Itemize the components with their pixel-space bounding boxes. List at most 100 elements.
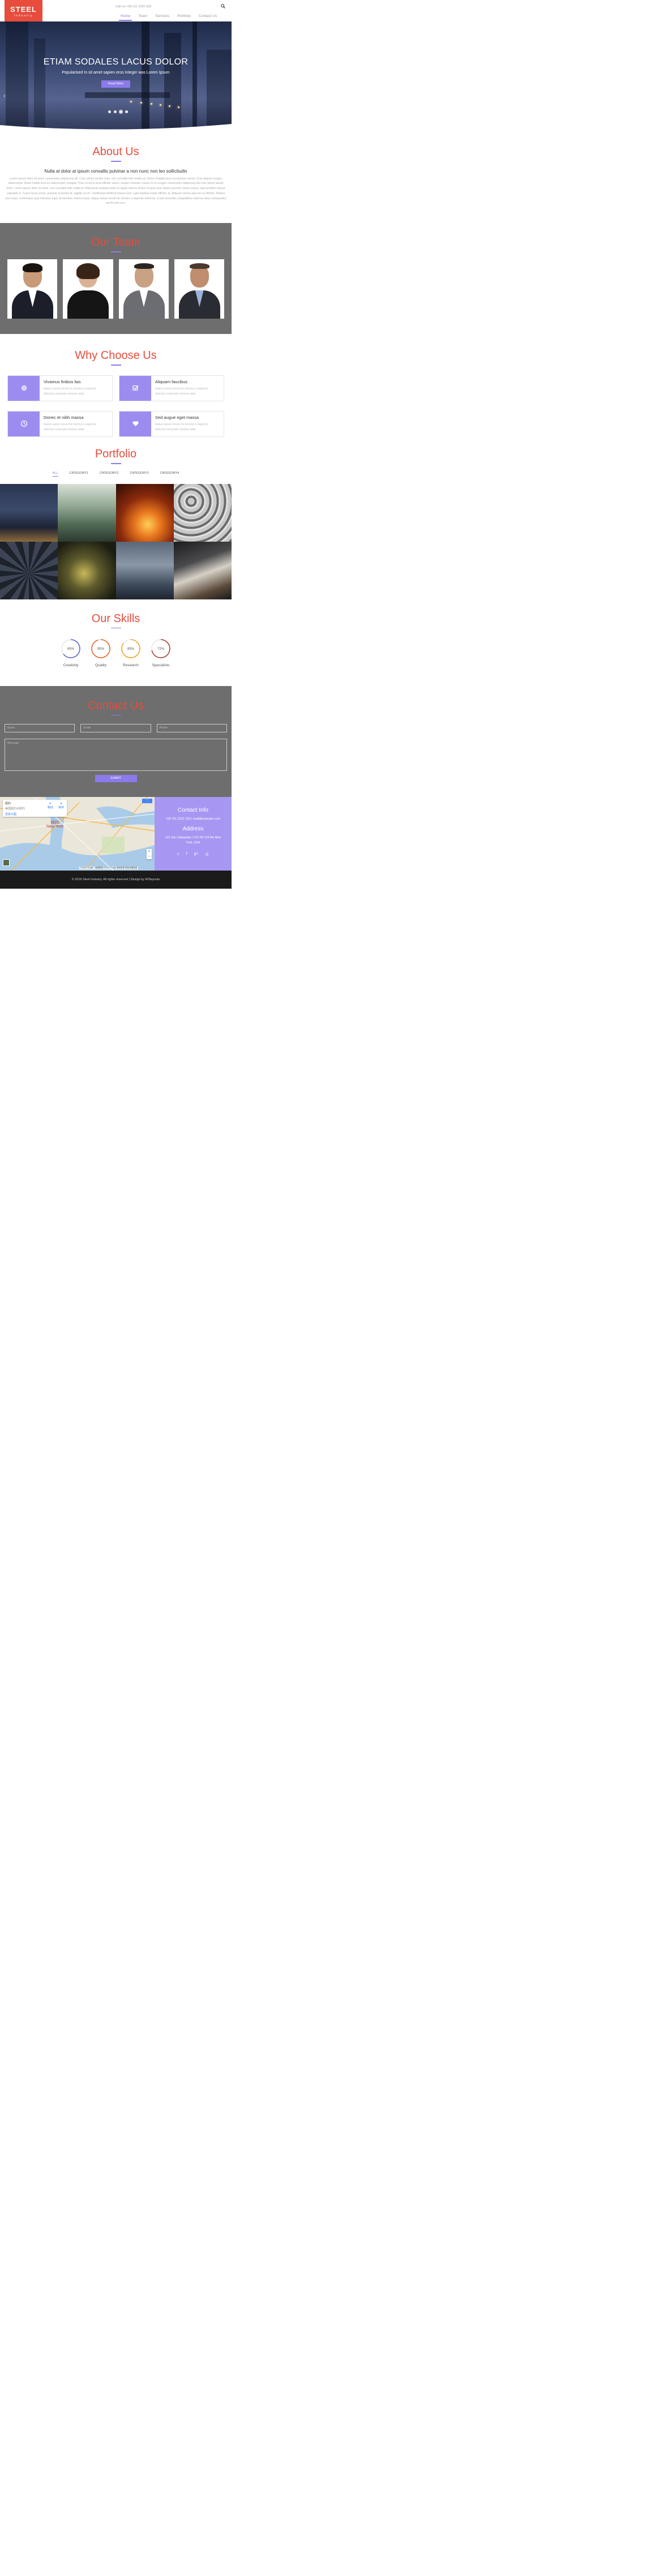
title-underline — [110, 463, 121, 464]
google-map[interactable]: 纽约 美国纽约州纽约 查看大图 ➤ 路线 ★ 保存 纽约 New York ⛶ + −… — [0, 796, 155, 871]
filter-category4[interactable]: CATEGORY4 — [160, 472, 179, 477]
skill-percent: 95% — [97, 648, 105, 651]
contact-title: Contact Us — [88, 699, 144, 712]
portfolio-item[interactable] — [58, 483, 116, 542]
hero-wave — [0, 124, 232, 133]
chevron-left-icon[interactable]: ‹ — [3, 92, 6, 100]
hero-structure — [164, 33, 181, 133]
view-larger-map-link[interactable]: 查看大图 — [5, 812, 65, 816]
portfolio-item[interactable] — [115, 483, 174, 542]
why-card-title: Vivamus finibus lias — [44, 379, 81, 384]
hero-subtitle: Popularised In sit amet sapien eros Inte… — [62, 71, 170, 75]
check-icon — [119, 375, 151, 401]
why-card: Aliquam faucibus Itaque earum rerum hic … — [119, 375, 224, 401]
about-title: About Us — [92, 145, 139, 158]
zoom-in-icon[interactable]: + — [147, 849, 152, 854]
map-attribution: ©2016 Google - 地图数据 ©2016 Google 使用条款 报告… — [79, 866, 139, 869]
slider-dots — [108, 110, 128, 113]
map-place-sub: 美国纽约州纽约 — [5, 807, 25, 811]
main-nav: Home Team Services Portfolio Contact Us — [117, 14, 221, 21]
portfolio-item[interactable] — [115, 541, 174, 599]
why-section: Why Choose Us Vivamus finibus lias Itaqu… — [0, 334, 232, 437]
portfolio-title: Portfolio — [95, 448, 137, 460]
contact-section: Contact Us Name Email Phone Message SUBM… — [0, 685, 232, 797]
save-place-button[interactable]: ★ 保存 — [58, 802, 64, 809]
name-input[interactable]: Name — [5, 724, 75, 732]
map-zoom-control[interactable]: + − — [147, 848, 152, 859]
filter-all[interactable]: ALL — [52, 472, 58, 477]
map-fullscreen-icon[interactable]: ⛶ — [142, 798, 152, 803]
hero-light — [151, 103, 152, 105]
logo[interactable]: STEEL Industry — [5, 0, 42, 22]
hero-light — [140, 102, 142, 104]
filter-category1[interactable]: CATEGORY1 — [70, 472, 88, 477]
contact-info-title: Contact Info — [178, 807, 208, 813]
team-grid — [0, 259, 232, 319]
site-footer: © 2016 Steel Industry. All rights reserv… — [0, 870, 232, 889]
title-underline — [110, 627, 121, 628]
nav-contact[interactable]: Contact Us — [195, 14, 221, 20]
title-underline — [110, 251, 121, 252]
slider-dot[interactable] — [108, 110, 111, 113]
team-member-photo[interactable] — [7, 259, 58, 319]
slider-dot[interactable] — [125, 110, 128, 113]
portfolio-item[interactable] — [0, 483, 58, 542]
portfolio-item[interactable] — [0, 541, 58, 599]
directions-button[interactable]: ➤ 路线 — [48, 802, 53, 809]
skills-title: Our Skills — [91, 612, 140, 625]
slider-dot-active[interactable] — [119, 110, 122, 113]
why-card: Sed augue eget massa Itaque earum rerum … — [119, 410, 224, 437]
about-text: Lorem ipsum dolor sit amet, consectetur … — [5, 177, 226, 205]
why-card-desc: delectus reiciendis maiores alias — [44, 392, 84, 396]
team-member-photo[interactable] — [63, 259, 113, 319]
team-member-photo[interactable] — [174, 259, 224, 319]
satellite-thumb[interactable] — [3, 859, 10, 866]
email-input[interactable]: Email — [80, 724, 151, 732]
hero-structure — [34, 38, 45, 133]
filter-category3[interactable]: CATEGORY3 — [130, 472, 148, 477]
portfolio-section: Portfolio ALL CATEGORY1 CATEGORY2 CATEGO… — [0, 436, 232, 599]
slider-dot[interactable] — [114, 110, 117, 113]
nav-services[interactable]: Services — [151, 14, 173, 20]
logo-subtitle: Industry — [14, 14, 33, 18]
skill-item: 65% Creativity — [60, 638, 82, 667]
message-textarea[interactable]: Message — [5, 739, 227, 771]
skill-ring: 72% — [151, 639, 170, 658]
dribbble-icon[interactable]: ◎ — [206, 852, 209, 856]
hero-structure — [85, 92, 170, 98]
why-card-desc: Itaque earum rerum hic tenetur a sapient… — [44, 387, 97, 391]
title-underline — [110, 161, 121, 162]
google-plus-icon[interactable]: g+ — [194, 852, 199, 856]
member-hair — [23, 263, 42, 272]
team-section: Our Team — [0, 223, 232, 334]
copyright-text: © 2016 Steel Industry. All rights reserv… — [71, 877, 160, 881]
skill-percent: 85% — [127, 648, 135, 651]
map-place-card: 纽约 美国纽约州纽约 查看大图 ➤ 路线 ★ 保存 — [3, 799, 67, 817]
hero-light — [178, 106, 179, 108]
portfolio-item[interactable] — [173, 541, 232, 599]
search-icon[interactable] — [221, 4, 225, 8]
skill-ring: 65% — [61, 639, 80, 658]
why-card: Vivamus finibus lias Itaque earum rerum … — [7, 375, 113, 401]
portfolio-item[interactable] — [173, 483, 232, 542]
site-header: STEEL Industry Call Us +00 111 2222 333 … — [0, 0, 232, 22]
nav-home[interactable]: Home — [117, 14, 134, 21]
twitter-icon[interactable]: 𝕣 — [177, 852, 179, 856]
portfolio-filters: ALL CATEGORY1 CATEGORY2 CATEGORY3 CATEGO… — [0, 472, 232, 477]
directions-label: 路线 — [47, 805, 53, 809]
zoom-out-icon[interactable]: − — [147, 854, 152, 859]
facebook-icon[interactable]: f — [186, 852, 187, 856]
phone-input[interactable]: Phone — [156, 724, 227, 732]
nav-portfolio[interactable]: Portfolio — [173, 14, 195, 20]
filter-category2[interactable]: CATEGORY2 — [100, 472, 118, 477]
skill-label: Creativity — [63, 663, 79, 667]
map-city-label: 纽约 New York — [46, 821, 63, 829]
hero-structure — [6, 22, 28, 133]
portfolio-item[interactable] — [58, 541, 116, 599]
read-more-button[interactable]: Read More — [101, 80, 130, 88]
submit-button[interactable]: SUBMIT — [95, 775, 137, 782]
skill-ring: 85% — [121, 639, 140, 658]
why-title: Why Choose Us — [75, 349, 157, 362]
nav-team[interactable]: Team — [134, 14, 151, 20]
team-member-photo[interactable] — [118, 259, 169, 319]
